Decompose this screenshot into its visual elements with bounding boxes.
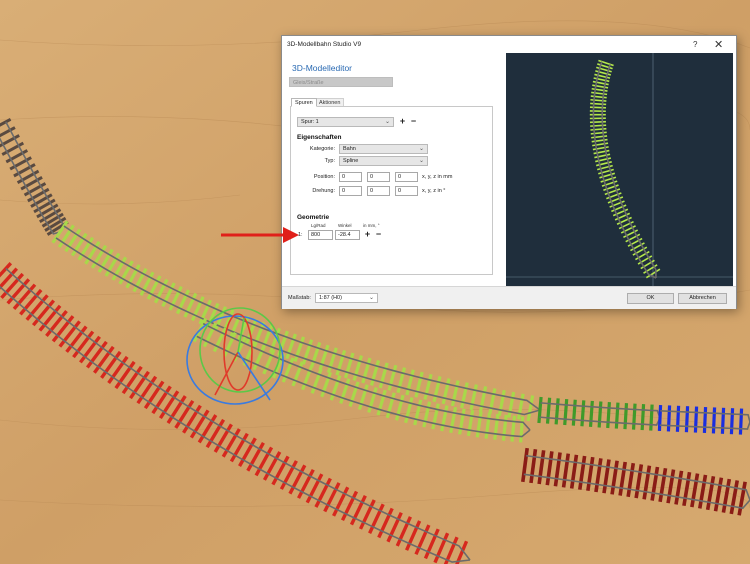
column-header-length: Lg/Rad: [311, 223, 326, 228]
close-icon[interactable]: ✕: [714, 38, 723, 51]
eigenschaften-heading: Eigenschaften: [297, 134, 342, 141]
drehung-y-input[interactable]: 0: [367, 186, 390, 196]
typ-select[interactable]: Spline ⌄: [339, 156, 428, 166]
spur-select-value: Spur: 1: [301, 119, 319, 125]
chevron-down-icon: ⌄: [418, 158, 424, 164]
chevron-down-icon: ⌄: [368, 295, 374, 301]
spuren-panel: Spur: 1 ⌄ + − Eigenschaften Kategorie: B…: [290, 106, 493, 275]
modeleditor-dialog: 3D-Modellbahn Studio V9 ? ✕ 3D-Modelledi…: [281, 35, 737, 309]
position-label: Position:: [313, 174, 335, 180]
drehung-label: Drehung:: [312, 188, 335, 194]
position-y-input[interactable]: 0: [367, 172, 390, 182]
typ-value: Spline: [343, 158, 359, 164]
column-header-unit: in mm, °: [363, 223, 380, 228]
column-header-angle: Winkel: [338, 223, 352, 228]
title-bar: 3D-Modellbahn Studio V9 ? ✕: [282, 36, 736, 53]
chevron-down-icon: ⌄: [418, 146, 424, 152]
position-unit: x, y, z in mm: [422, 174, 453, 180]
spur-select[interactable]: Spur: 1 ⌄: [297, 117, 394, 127]
add-segment-button[interactable]: +: [363, 230, 372, 239]
kategorie-select[interactable]: Bahn ⌄: [339, 144, 428, 154]
cancel-button[interactable]: Abbrechen: [678, 293, 727, 304]
length-input[interactable]: 800: [308, 230, 333, 240]
add-spur-button[interactable]: +: [398, 117, 407, 126]
typ-label: Typ:: [324, 158, 335, 164]
position-z-input[interactable]: 0: [395, 172, 418, 182]
angle-input[interactable]: -28.4: [335, 230, 360, 240]
help-icon[interactable]: ?: [693, 40, 697, 49]
geometrie-heading: Geometrie: [297, 214, 330, 221]
arrow-icon: [221, 227, 299, 243]
drehung-x-input[interactable]: 0: [339, 186, 362, 196]
drehung-unit: x, y, z in °: [422, 188, 446, 194]
drehung-z-input[interactable]: 0: [395, 186, 418, 196]
scale-label: Maßstab:: [288, 295, 311, 301]
remove-segment-button[interactable]: −: [374, 230, 383, 239]
kategorie-value: Bahn: [343, 146, 356, 152]
chevron-down-icon: ⌄: [384, 119, 390, 125]
position-x-input[interactable]: 0: [339, 172, 362, 182]
tab-spuren[interactable]: Spuren: [291, 98, 317, 107]
remove-spur-button[interactable]: −: [409, 117, 418, 126]
dialog-footer: Maßstab: 1:87 (H0) ⌄ OK Abbrechen: [282, 286, 736, 309]
track-preview[interactable]: [506, 53, 733, 287]
scale-select[interactable]: 1:87 (H0) ⌄: [315, 293, 378, 303]
gleis-strasse-field[interactable]: Gleis/Straße: [289, 77, 393, 87]
kategorie-label: Kategorie:: [309, 146, 335, 152]
page-title: 3D-Modelleditor: [292, 63, 352, 73]
window-title: 3D-Modellbahn Studio V9: [287, 41, 362, 48]
ok-button[interactable]: OK: [627, 293, 674, 304]
preview-track-curve: [589, 59, 661, 279]
scale-value: 1:87 (H0): [319, 295, 342, 301]
preview-track-ties[interactable]: [589, 59, 661, 279]
